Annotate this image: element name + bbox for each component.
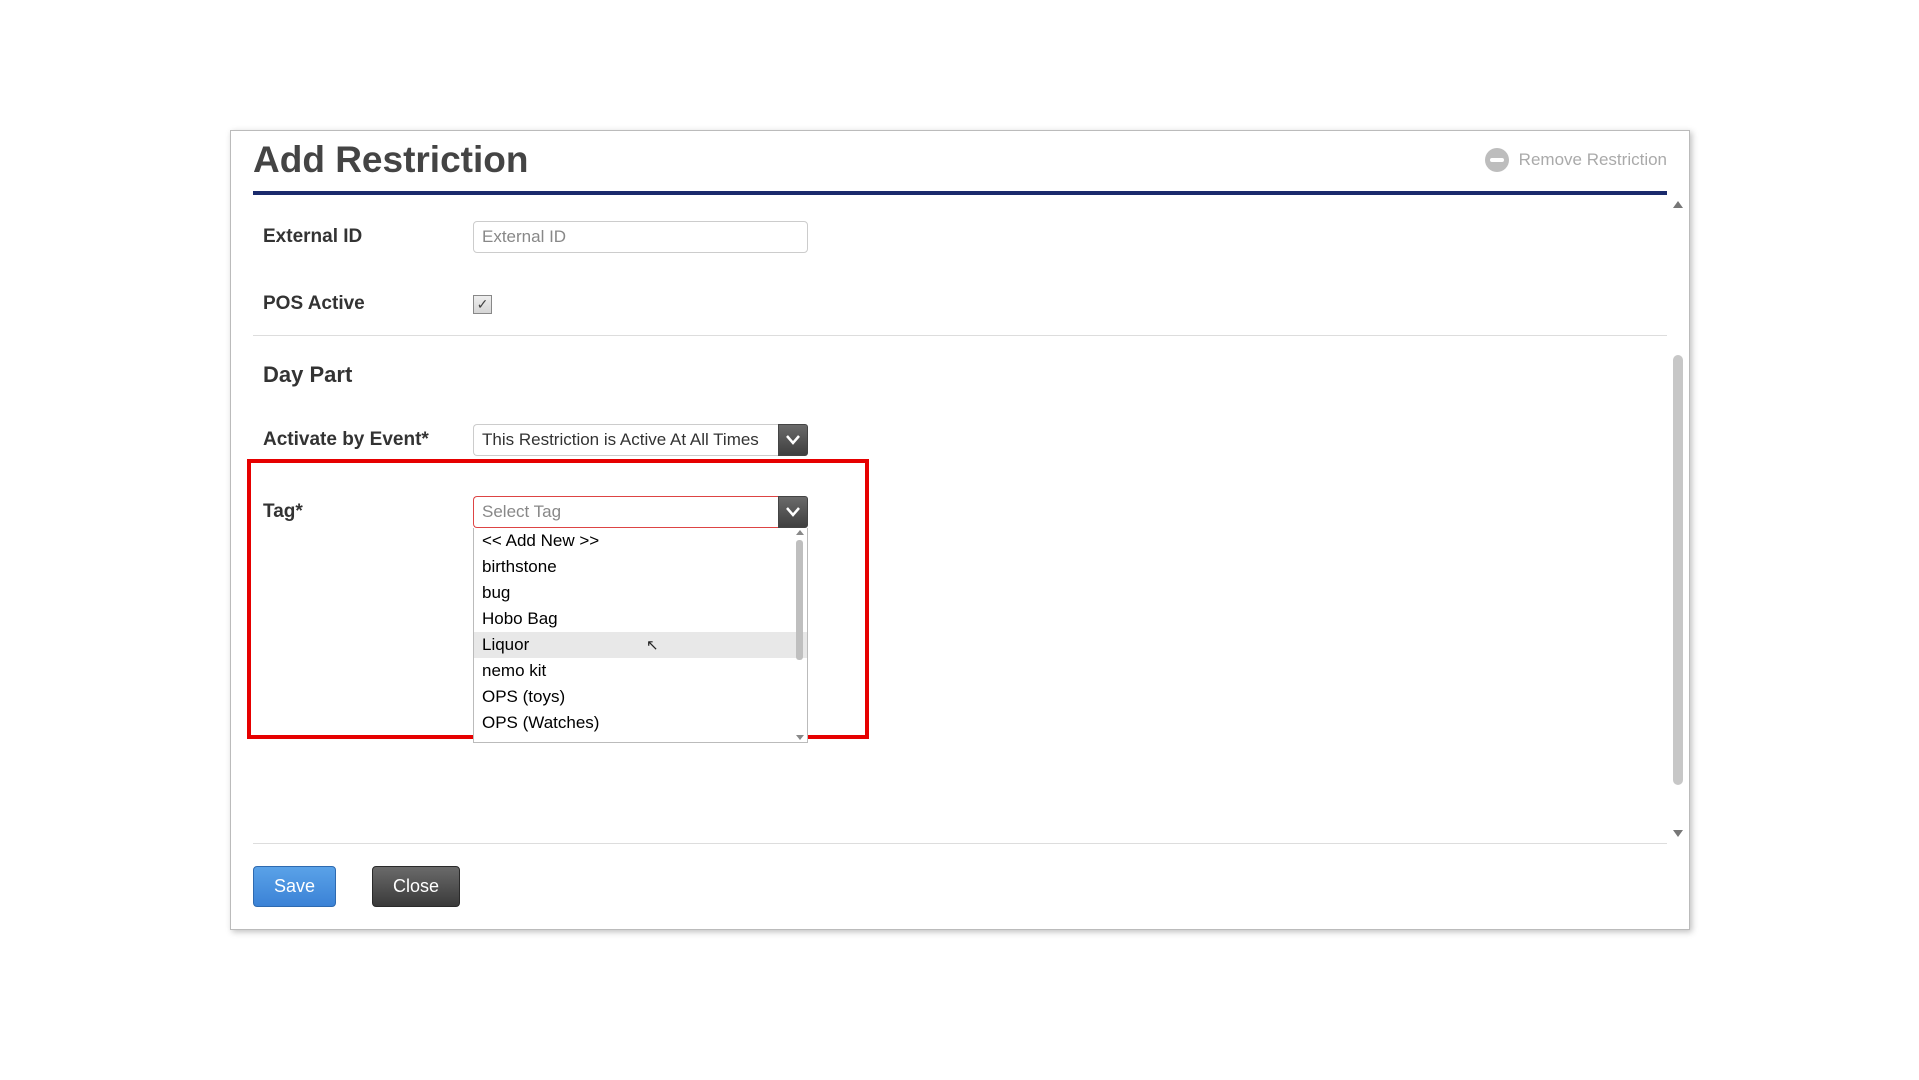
modal-header: Add Restriction Remove Restriction [231, 131, 1689, 185]
close-button[interactable]: Close [372, 866, 460, 907]
pos-active-checkbox[interactable]: ✓ [473, 295, 492, 314]
tag-option-bug[interactable]: bug [474, 580, 807, 606]
row-external-id: External ID [253, 221, 1667, 253]
tag-option-ops-toys[interactable]: OPS (toys) [474, 684, 807, 710]
activate-by-event-value[interactable]: This Restriction is Active At All Times [473, 424, 778, 456]
tag-value[interactable]: Select Tag [473, 496, 778, 528]
tag-options-list[interactable]: << Add New >> birthstone bug Hobo Bag Li… [473, 528, 808, 743]
label-activate-by-event: Activate by Event* [253, 429, 473, 451]
scrollbar-thumb[interactable] [1673, 355, 1683, 785]
label-pos-active: POS Active [253, 293, 473, 315]
day-part-heading: Day Part [263, 362, 1667, 388]
scroll-up-icon[interactable] [1673, 201, 1683, 208]
tag-option-birthstone[interactable]: birthstone [474, 554, 807, 580]
activate-by-event-dropdown[interactable]: This Restriction is Active At All Times [473, 424, 808, 456]
scrollbar-thumb[interactable] [796, 540, 803, 660]
scroll-up-icon[interactable] [796, 530, 804, 535]
tag-dropdown-wrapper: Select Tag << Add New >> birthstone bug … [473, 496, 808, 528]
add-restriction-modal: Add Restriction Remove Restriction Exter… [230, 130, 1690, 930]
scroll-down-icon[interactable] [1673, 830, 1683, 837]
tag-option-ops-watches[interactable]: OPS (Watches) [474, 710, 807, 736]
activate-by-event-toggle[interactable] [778, 424, 808, 456]
remove-restriction-link[interactable]: Remove Restriction [1485, 148, 1667, 172]
page-title: Add Restriction [253, 139, 528, 181]
content-scrollbar[interactable] [1673, 355, 1683, 785]
label-external-id: External ID [253, 226, 473, 248]
remove-restriction-label: Remove Restriction [1519, 150, 1667, 170]
tag-option-liquor-label: Liquor [482, 635, 529, 654]
tag-options-inner: << Add New >> birthstone bug Hobo Bag Li… [474, 528, 807, 742]
tag-option-add-new[interactable]: << Add New >> [474, 528, 807, 554]
scroll-down-icon[interactable] [796, 735, 804, 740]
modal-content: External ID POS Active ✓ Day Part Activa… [231, 195, 1689, 843]
tag-option-liquor[interactable]: Liquor ↖ [474, 632, 807, 658]
tag-dropdown[interactable]: Select Tag [473, 496, 808, 528]
chevron-down-icon [786, 435, 800, 445]
save-button[interactable]: Save [253, 866, 336, 907]
pointer-cursor-icon: ↖ [646, 636, 659, 654]
tag-option-hobo-bag[interactable]: Hobo Bag [474, 606, 807, 632]
tag-option-nemo-kit[interactable]: nemo kit [474, 658, 807, 684]
label-tag: Tag* [253, 501, 473, 523]
section-divider [253, 335, 1667, 336]
tag-toggle[interactable] [778, 496, 808, 528]
chevron-down-icon [786, 507, 800, 517]
row-pos-active: POS Active ✓ [253, 293, 1667, 315]
modal-footer: Save Close [231, 844, 1689, 929]
minus-circle-icon [1485, 148, 1509, 172]
external-id-input[interactable] [473, 221, 808, 253]
tag-list-scrollbar[interactable] [795, 530, 805, 740]
row-tag: Tag* Select Tag << Add New >> birthstone… [253, 496, 1667, 528]
row-activate-by-event: Activate by Event* This Restriction is A… [253, 424, 1667, 456]
